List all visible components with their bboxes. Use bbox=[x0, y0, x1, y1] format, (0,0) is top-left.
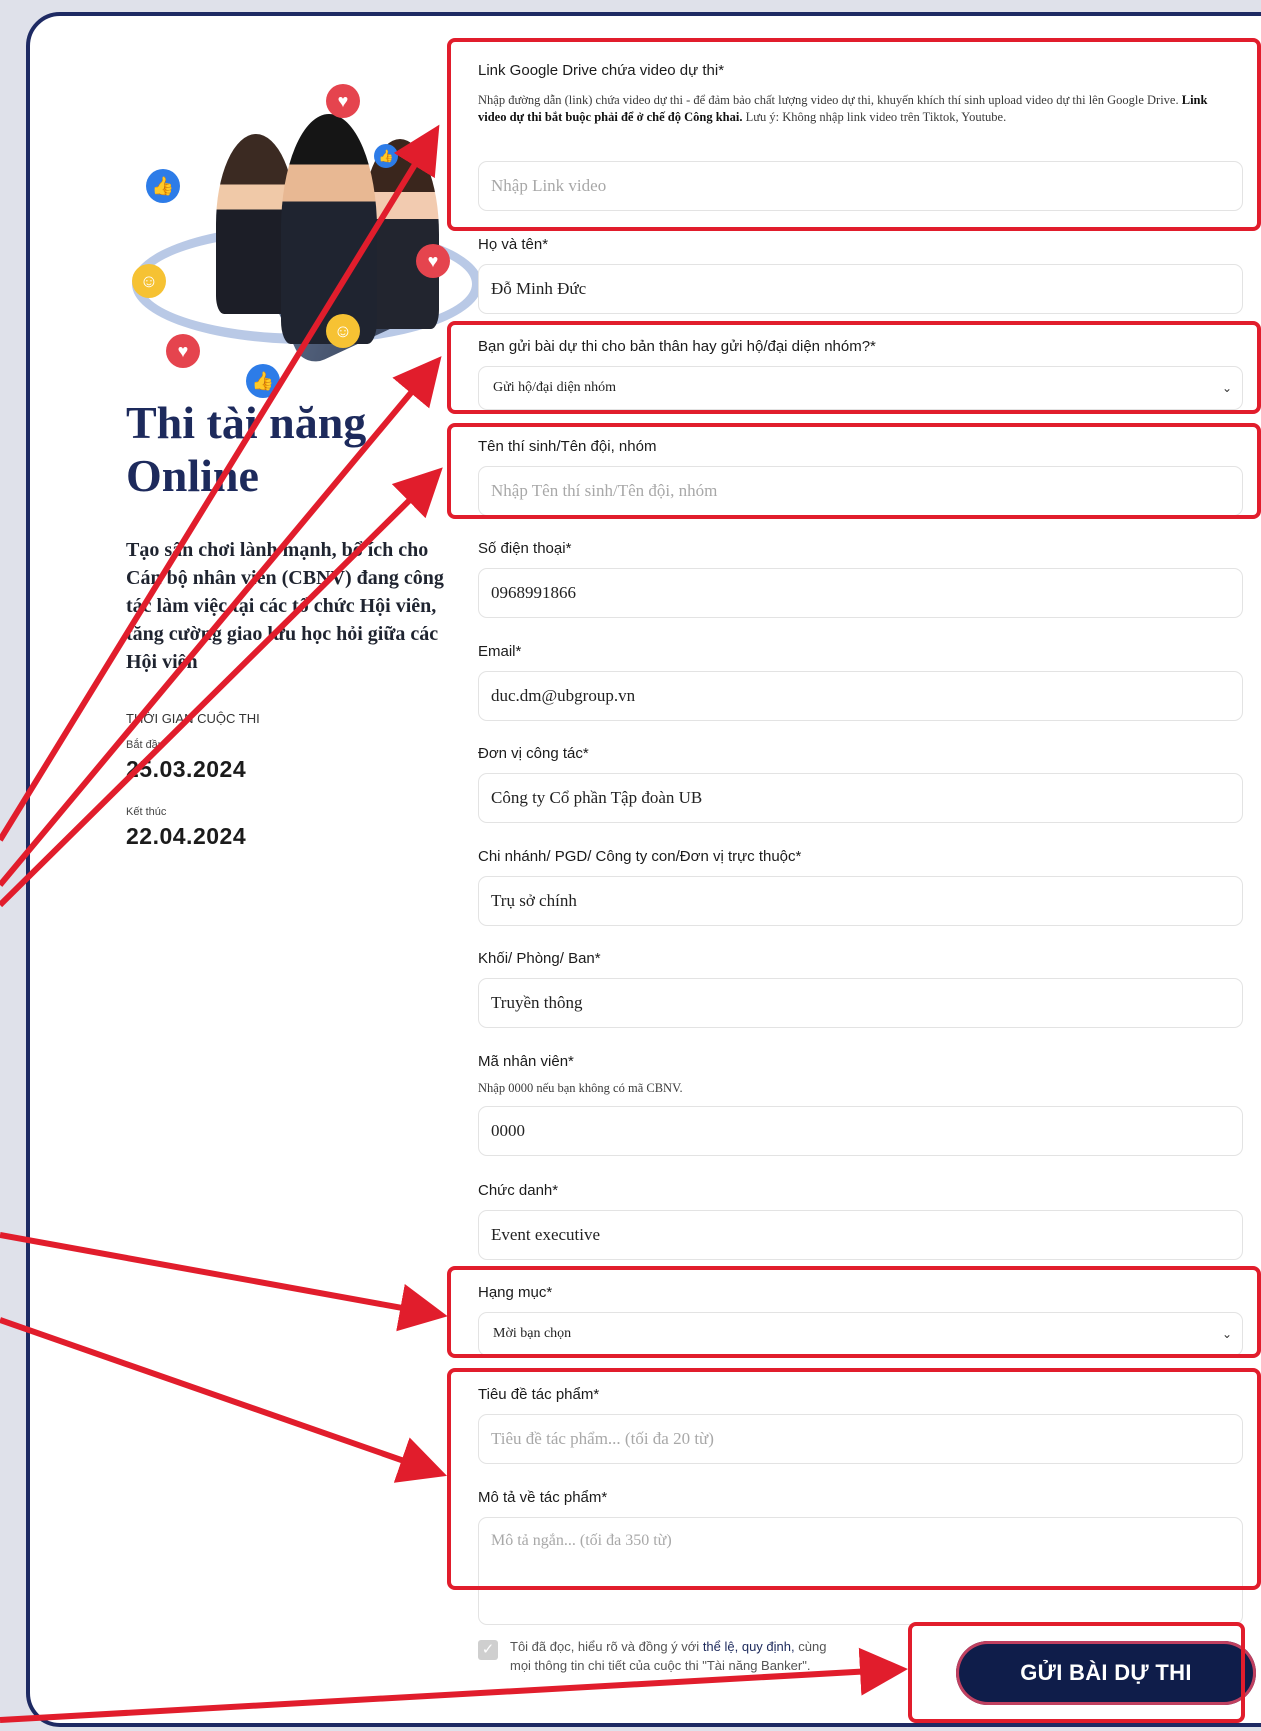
department-label: Khối/ Phòng/ Ban* bbox=[478, 950, 601, 967]
full-name-label: Họ và tên* bbox=[478, 236, 549, 253]
agree-text: Tôi đã đọc, hiểu rõ và đồng ý với thể lệ… bbox=[510, 1637, 830, 1675]
branch-input[interactable]: Trụ sở chính bbox=[478, 876, 1243, 926]
submit-for-select[interactable]: Gửi hộ/đại diện nhóm ⌄ bbox=[478, 366, 1243, 410]
work-title-input[interactable]: Tiêu đề tác phẩm... (tối đa 20 từ) bbox=[478, 1414, 1243, 1464]
like-icon: 👍 bbox=[146, 169, 180, 203]
like-icon: 👍 bbox=[246, 364, 280, 398]
position-label: Chức danh* bbox=[478, 1182, 559, 1199]
team-name-input[interactable]: Nhập Tên thí sinh/Tên đội, nhóm bbox=[478, 466, 1243, 516]
video-link-help-text: Nhập đường dẫn (link) chứa video dự thi … bbox=[478, 93, 1179, 107]
branch-label: Chi nhánh/ PGD/ Công ty con/Đơn vị trực … bbox=[478, 848, 802, 865]
organization-input[interactable]: Công ty Cổ phần Tập đoàn UB bbox=[478, 773, 1243, 823]
employee-id-help: Nhập 0000 nếu bạn không có mã CBNV. bbox=[478, 1081, 683, 1095]
hug-emoji-icon: ☺ bbox=[326, 314, 360, 348]
employee-id-input[interactable]: 0000 bbox=[478, 1106, 1243, 1156]
chevron-down-icon: ⌄ bbox=[1221, 1327, 1232, 1341]
contest-title: Thi tài năng Online bbox=[126, 397, 367, 501]
email-input[interactable]: duc.dm@ubgroup.vn bbox=[478, 671, 1243, 721]
hug-emoji-icon: ☺ bbox=[132, 264, 166, 298]
contest-card: ♥ ♥ ♥ 👍 👍 👍 ☺ ☺ Thi tài năng Online Tạo … bbox=[26, 12, 1261, 1727]
chevron-down-icon: ⌄ bbox=[1221, 381, 1232, 395]
heart-icon: ♥ bbox=[416, 244, 450, 278]
rules-link[interactable]: thể lệ, quy định, bbox=[703, 1639, 795, 1654]
category-label: Hạng mục* bbox=[478, 1284, 553, 1301]
like-icon: 👍 bbox=[374, 144, 398, 168]
department-input[interactable]: Truyền thông bbox=[478, 978, 1243, 1028]
category-select[interactable]: Mời bạn chọn ⌄ bbox=[478, 1312, 1243, 1356]
time-caption: THỜI GIAN CUỘC THI bbox=[126, 711, 260, 726]
end-label: Kết thúc bbox=[126, 806, 167, 818]
submit-button[interactable]: GỬI BÀI DỰ THI bbox=[956, 1641, 1256, 1705]
video-link-help-note: Lưu ý: Không nhập link video trên Tiktok… bbox=[745, 110, 1007, 124]
video-link-help: Nhập đường dẫn (link) chứa video dự thi … bbox=[478, 92, 1218, 126]
category-value: Mời bạn chọn bbox=[493, 1326, 572, 1341]
work-desc-label: Mô tả về tác phẩm* bbox=[478, 1489, 608, 1506]
hero-illustration: ♥ ♥ ♥ 👍 👍 👍 ☺ ☺ bbox=[126, 74, 486, 398]
email-label: Email* bbox=[478, 643, 522, 660]
phone-label: Số điện thoại* bbox=[478, 540, 572, 557]
organization-label: Đơn vị công tác* bbox=[478, 745, 589, 762]
submit-for-label: Bạn gửi bài dự thi cho bản thân hay gửi … bbox=[478, 338, 876, 355]
end-date: 22.04.2024 bbox=[126, 823, 247, 849]
start-label: Bắt đầu bbox=[126, 739, 164, 751]
heart-icon: ♥ bbox=[166, 334, 200, 368]
full-name-input[interactable]: Đỗ Minh Đức bbox=[478, 264, 1243, 314]
video-link-input[interactable]: Nhập Link video bbox=[478, 161, 1243, 211]
start-date: 25.03.2024 bbox=[126, 756, 247, 782]
position-input[interactable]: Event executive bbox=[478, 1210, 1243, 1260]
phone-input[interactable]: 0968991866 bbox=[478, 568, 1243, 618]
contest-description: Tạo sân chơi lành mạnh, bổ ích cho Cán b… bbox=[126, 539, 444, 673]
work-desc-textarea[interactable]: Mô tả ngắn... (tối đa 350 từ) bbox=[478, 1517, 1243, 1625]
video-link-label: Link Google Drive chứa video dự thi* bbox=[478, 62, 725, 79]
submit-for-value: Gửi hộ/đại diện nhóm bbox=[493, 380, 617, 395]
agree-checkbox[interactable]: ✓ bbox=[478, 1640, 498, 1660]
agree-prefix: Tôi đã đọc, hiểu rõ và đồng ý với bbox=[510, 1639, 700, 1654]
team-name-label: Tên thí sinh/Tên đội, nhóm bbox=[478, 438, 657, 455]
heart-icon: ♥ bbox=[326, 84, 360, 118]
person-figure bbox=[281, 114, 377, 344]
work-title-label: Tiêu đề tác phẩm* bbox=[478, 1386, 600, 1403]
employee-id-label: Mã nhân viên* bbox=[478, 1053, 574, 1070]
